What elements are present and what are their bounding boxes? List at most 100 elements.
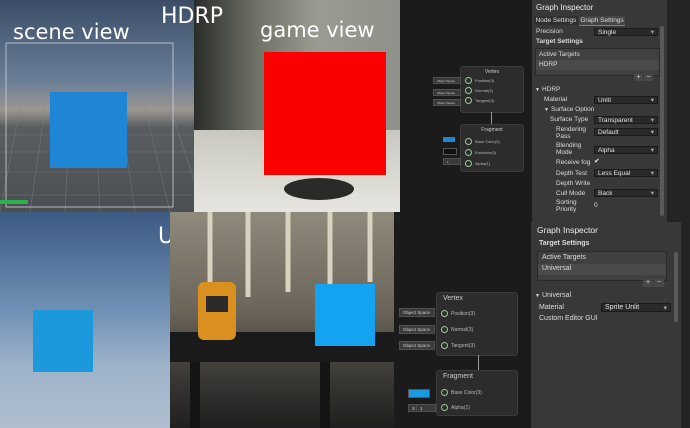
vertex-port-normal[interactable]: Normal(3) <box>465 86 519 95</box>
scene-view-label: scene view <box>13 20 130 44</box>
tab-graph-settings[interactable]: Graph Settings <box>579 16 625 26</box>
add-target-button[interactable]: + <box>634 74 643 81</box>
material-dropdown[interactable]: Unlit ▾ <box>594 96 658 104</box>
remove-target-button[interactable]: − <box>644 74 653 81</box>
object-shadow <box>284 178 354 200</box>
chevron-down-icon: ▾ <box>650 147 654 154</box>
urp-game-view[interactable] <box>170 212 394 428</box>
fragment-port-base-color[interactable]: Base Color(3) <box>465 137 519 146</box>
fragment-port-alpha[interactable]: Alpha(1) <box>441 403 513 412</box>
port-label: Base Color(3) <box>475 139 500 144</box>
active-targets-label: Active Targets <box>539 51 580 58</box>
surface-type-label: Surface Type <box>550 116 589 123</box>
alpha-value[interactable]: 1 <box>443 158 461 165</box>
dropdown-value: Back <box>598 189 613 197</box>
urp-scene-view[interactable] <box>0 212 170 428</box>
chevron-down-icon: ▾ <box>650 97 654 104</box>
hdrp-section-header[interactable]: ▼ HDRP <box>535 86 560 93</box>
fragment-port-alpha[interactable]: Alpha(1) <box>465 159 519 168</box>
fragment-node[interactable]: Fragment Base Color(3) Alpha(1) <box>436 370 518 416</box>
depth-test-dropdown[interactable]: Less Equal ▾ <box>594 169 658 177</box>
hdrp-shader-graph[interactable]: Vertex Position(3) Normal(3) Tangent(3) … <box>400 0 532 222</box>
fragment-node[interactable]: Fragment Base Color(3) Emission(3) Alpha… <box>460 124 524 172</box>
target-item-label: Universal <box>542 265 572 272</box>
object-space-slot[interactable]: Object Space <box>399 325 435 334</box>
color-swatch[interactable] <box>443 137 455 142</box>
vertex-port-position[interactable]: Position(3) <box>465 76 519 85</box>
rendering-pass-dropdown[interactable]: Default ▾ <box>594 128 658 136</box>
universal-section-header[interactable]: ▼ Universal <box>535 292 571 299</box>
chevron-down-icon: ▾ <box>650 129 654 136</box>
port-label: Normal(3) <box>475 88 493 93</box>
red-quad[interactable] <box>264 52 386 175</box>
port-label: Tangent(3) <box>451 342 475 349</box>
blue-quad[interactable] <box>50 92 127 168</box>
hdrp-scene-view[interactable]: scene view <box>0 0 194 212</box>
port-label: Position(3) <box>451 310 475 317</box>
surface-type-dropdown[interactable]: Transparent ▾ <box>594 116 658 124</box>
tab-label: Graph Settings <box>580 17 624 24</box>
receive-fog-label: Receive fog <box>556 159 591 166</box>
vertex-port-normal[interactable]: Normal(3) <box>441 325 513 334</box>
blending-mode-dropdown[interactable]: Alpha ▾ <box>594 146 658 154</box>
gizmo-handle[interactable] <box>0 200 28 204</box>
object-space-slot[interactable]: Object Space <box>433 99 461 106</box>
tab-node-settings[interactable]: Node Settings <box>534 16 578 25</box>
inspector-scrollbar[interactable] <box>660 26 664 216</box>
object-space-slot[interactable]: Object Space <box>399 308 435 317</box>
fragment-port-emission[interactable]: Emission(3) <box>465 148 519 157</box>
urp-shader-graph[interactable]: Vertex Position(3) Normal(3) Tangent(3) … <box>394 222 531 428</box>
vertex-port-tangent[interactable]: Tangent(3) <box>441 341 513 350</box>
fragment-node-title: Fragment <box>481 127 503 133</box>
urp-cyan-quad[interactable] <box>315 284 375 346</box>
urp-blue-quad[interactable] <box>33 310 93 372</box>
rendering-pass-label: Rendering Pass <box>556 126 586 140</box>
cull-mode-dropdown[interactable]: Back ▾ <box>594 189 658 197</box>
alpha-value[interactable]: 1 <box>416 404 436 412</box>
emission-swatch[interactable] <box>443 148 457 155</box>
port-label: Alpha(1) <box>475 161 491 166</box>
section-toggle-icon: ▼ <box>535 292 540 299</box>
vertex-port-position[interactable]: Position(3) <box>441 309 513 318</box>
urp-right-edge <box>681 222 690 428</box>
target-item-hdrp[interactable]: HDRP <box>536 60 659 70</box>
vertex-port-tangent[interactable]: Tangent(3) <box>465 96 519 105</box>
fragment-node-title: Fragment <box>443 373 473 380</box>
surface-options-foldout[interactable]: ▼ Surface Option <box>544 106 594 113</box>
target-item-universal[interactable]: Universal <box>538 264 666 275</box>
hdrp-graph-inspector: Graph Inspector Node Settings Graph Sett… <box>532 0 667 222</box>
vertex-node[interactable]: Vertex Position(3) Normal(3) Tangent(3) <box>460 66 524 113</box>
chevron-down-icon: ▾ <box>650 170 654 177</box>
material-dropdown[interactable]: Sprite Unlit ▾ <box>601 303 671 312</box>
sorting-priority-field[interactable]: 0 <box>594 202 658 210</box>
chevron-down-icon: ▾ <box>650 29 654 36</box>
port-label: Emission(3) <box>475 150 497 155</box>
add-target-button[interactable]: + <box>643 279 653 287</box>
vertex-node[interactable]: Vertex Position(3) Normal(3) Tangent(3) <box>436 292 518 356</box>
hdrp-right-edge <box>667 0 690 222</box>
dropdown-value: Sprite Unlit <box>605 304 640 311</box>
color-swatch[interactable] <box>408 389 430 398</box>
urp-graph-inspector: Graph Inspector Target Settings Active T… <box>531 222 681 428</box>
fragment-port-base-color[interactable]: Base Color(3) <box>441 388 513 397</box>
material-label: Material <box>539 304 564 311</box>
inspector-scrollbar[interactable] <box>674 252 678 322</box>
tab-label: Node Settings <box>535 17 577 24</box>
remove-target-button[interactable]: − <box>654 279 664 287</box>
active-targets-box: Active Targets Universal <box>537 251 667 281</box>
section-label: Universal <box>541 292 572 299</box>
active-targets-label: Active Targets <box>542 254 586 261</box>
section-label: HDRP <box>541 86 561 93</box>
dropdown-value: Single <box>598 28 617 36</box>
hdrp-game-view[interactable]: game view <box>194 0 400 212</box>
inspector-title: Graph Inspector <box>537 225 598 235</box>
receive-fog-checkbox[interactable]: ✔ <box>594 158 602 166</box>
port-label: Position(3) <box>475 78 495 83</box>
precision-label: Precision <box>536 28 563 35</box>
object-space-slot[interactable]: Object Space <box>433 89 461 96</box>
active-targets-box: Active Targets HDRP <box>535 48 660 76</box>
object-space-slot[interactable]: Object Space <box>433 77 461 84</box>
object-space-slot[interactable]: Object Space <box>399 341 435 350</box>
precision-dropdown[interactable]: Single ▾ <box>594 28 658 36</box>
dropdown-value: Default <box>598 128 619 136</box>
